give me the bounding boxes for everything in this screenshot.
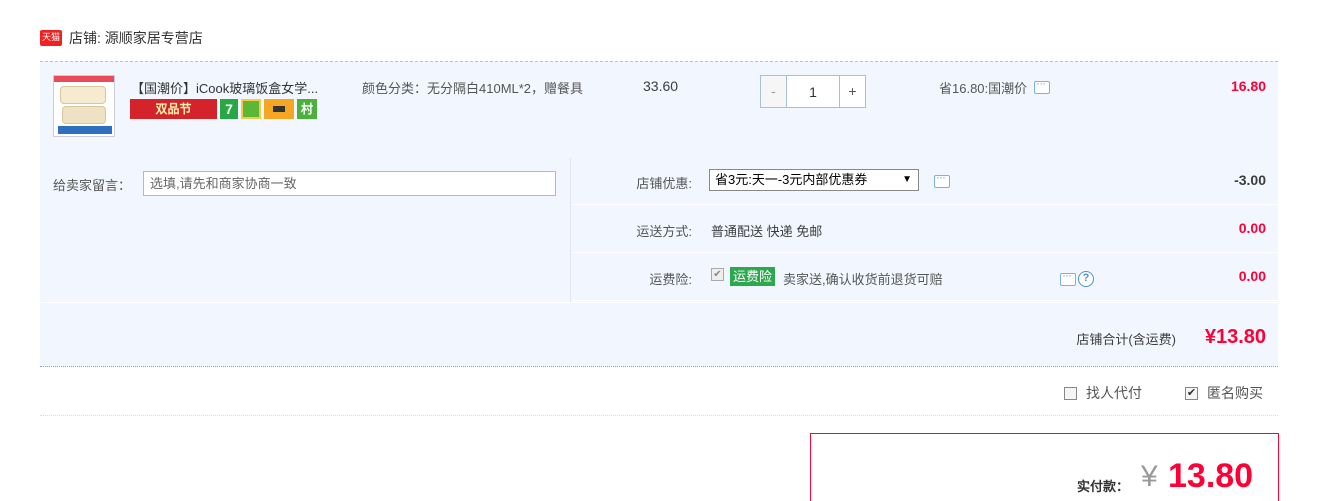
shipping-insurance-label: 运费险: xyxy=(649,272,692,287)
insurance-icons: ? xyxy=(1060,268,1094,287)
seller-message-section: 给卖家留言： xyxy=(40,158,571,302)
chat-icon[interactable] xyxy=(1060,268,1076,286)
shop-discount-label: 店铺优惠: xyxy=(636,176,692,191)
tmall-icon: 天猫 xyxy=(40,30,62,46)
anonymous-purchase-checkbox[interactable]: ✔ xyxy=(1185,386,1198,400)
shop-total-label: 店铺合计(含运费) xyxy=(1076,332,1176,347)
quantity-input[interactable] xyxy=(787,76,839,107)
shipping-method: 普通配送 快递 免邮 xyxy=(711,224,823,239)
credit-card-icon[interactable] xyxy=(264,99,294,119)
shipping-amount: 0.00 xyxy=(1238,220,1266,236)
gift-icon[interactable] xyxy=(241,99,261,119)
shipping-insurance-badge: 运费险 xyxy=(730,267,776,286)
anonymous-purchase-label: 匿名购买 xyxy=(1207,385,1263,401)
food-container-image xyxy=(62,106,106,124)
thumbnail-footer xyxy=(58,126,112,134)
coupon-select[interactable]: 省3元:天一-3元内部优惠券 ▼ xyxy=(709,169,919,191)
shipping-insurance-checkbox[interactable]: ✔ xyxy=(711,268,724,281)
payment-label: 实付款： xyxy=(1077,479,1130,494)
quantity-increase-button[interactable]: + xyxy=(839,76,865,107)
seller-message-label: 给卖家留言： xyxy=(53,178,132,193)
proxy-pay-label: 找人代付 xyxy=(1086,385,1142,401)
order-block: 【国潮价】iCook玻璃饭盒女学... 双品节 7 村 颜色分类：无分隔白410… xyxy=(40,61,1278,367)
unit-price: 33.60 xyxy=(643,78,679,94)
payment-amount: 13.80 xyxy=(1168,457,1254,495)
currency-symbol: ¥ xyxy=(1141,460,1158,493)
proxy-pay-checkbox[interactable] xyxy=(1064,386,1077,400)
quantity-decrease-button[interactable]: - xyxy=(761,76,787,107)
product-thumbnail[interactable] xyxy=(53,75,115,137)
dropdown-arrow-icon: ▼ xyxy=(902,174,912,185)
chat-icon[interactable] xyxy=(934,170,950,188)
chat-icon[interactable] xyxy=(1034,76,1051,94)
anonymous-purchase-option[interactable]: ✔ 匿名购买 xyxy=(1185,383,1263,403)
coupon-selected-value: 省3元:天一-3元内部优惠券 xyxy=(715,172,868,187)
shipping-insurance-row: 运费险: ✔ 运费险 卖家送,确认收货前退货可赔 ? 0.00 xyxy=(572,254,1278,301)
shipping-insurance-amount: 0.00 xyxy=(1238,268,1266,284)
shop-total-row: 店铺合计(含运费) ¥13.80 xyxy=(40,302,1278,368)
promo-icons: 双品节 7 村 xyxy=(130,99,317,119)
shipping-row: 运送方式: 普通配送 快递 免邮 0.00 xyxy=(572,206,1278,253)
seven-day-return-icon[interactable]: 7 xyxy=(220,99,238,119)
village-taobao-icon[interactable]: 村 xyxy=(297,99,317,119)
saving-text: 省16.80:国潮价 xyxy=(939,81,1028,96)
saving-info: 省16.80:国潮价 xyxy=(939,76,1051,97)
proxy-pay-option[interactable]: 找人代付 xyxy=(1064,383,1142,403)
quantity-stepper: - + xyxy=(760,75,866,108)
double-product-festival-badge[interactable]: 双品节 xyxy=(130,99,217,119)
shop-discount-amount: -3.00 xyxy=(1234,172,1266,188)
shop-name-link[interactable]: 店铺: 源顺家居专营店 xyxy=(69,28,203,48)
shop-discount-row: 店铺优惠: 省3元:天一-3元内部优惠券 ▼ -3.00 xyxy=(572,158,1278,205)
payment-summary: 实付款： ¥ 13.80 xyxy=(810,433,1279,501)
sku-description: 颜色分类：无分隔白410ML*2，赠餐具 xyxy=(362,81,584,96)
shop-total-value: ¥13.80 xyxy=(1204,326,1266,348)
order-extra-options: 找人代付 ✔ 匿名购买 xyxy=(40,367,1278,416)
food-container-image xyxy=(60,86,106,104)
seller-message-input[interactable] xyxy=(143,171,556,196)
item-subtotal: 16.80 xyxy=(1230,78,1266,94)
shop-header: 天猫 店铺: 源顺家居专营店 xyxy=(40,28,203,48)
product-title-link[interactable]: 【国潮价】iCook玻璃饭盒女学... xyxy=(131,78,318,97)
help-icon[interactable]: ? xyxy=(1078,271,1094,287)
shipping-insurance-text: 卖家送,确认收货前退货可赔 xyxy=(783,272,943,287)
shipping-label: 运送方式: xyxy=(636,224,692,239)
order-item-row: 【国潮价】iCook玻璃饭盒女学... 双品节 7 村 颜色分类：无分隔白410… xyxy=(40,62,1278,158)
thumbnail-banner xyxy=(54,76,114,82)
